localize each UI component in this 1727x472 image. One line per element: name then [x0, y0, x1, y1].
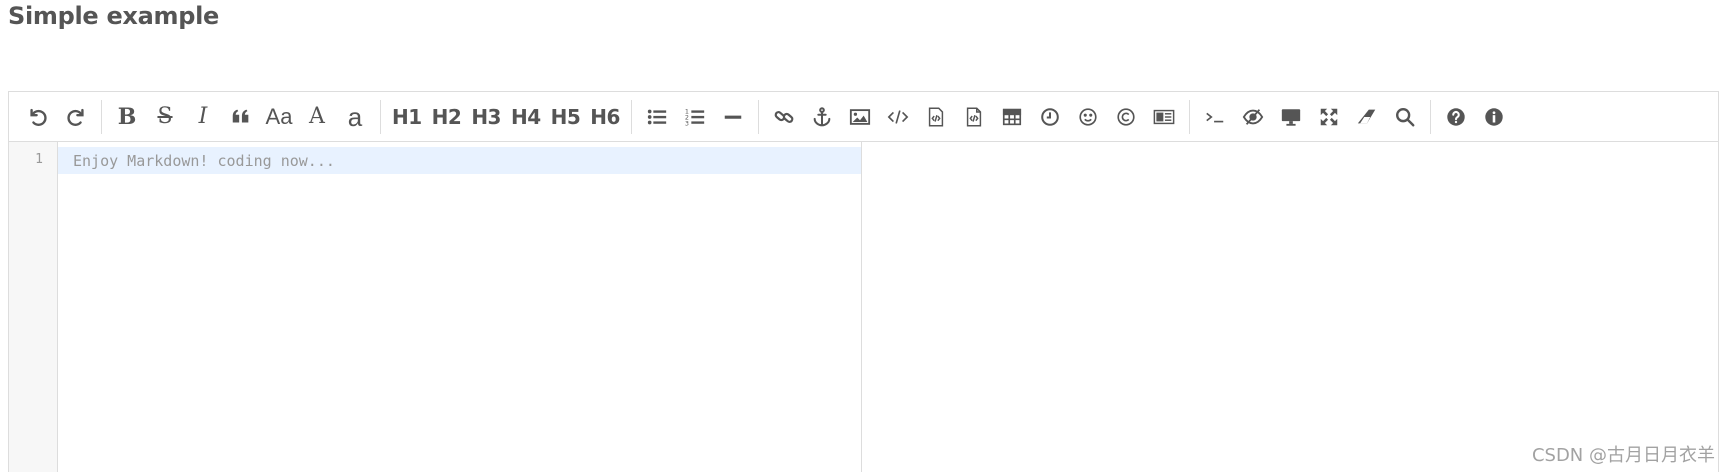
- list-ul-button[interactable]: [642, 102, 672, 132]
- watch-icon: [1242, 108, 1264, 125]
- html-entities-icon: [1117, 107, 1135, 126]
- goto-line-icon: [1206, 112, 1224, 122]
- h1-button[interactable]: H1: [391, 102, 423, 132]
- html-entities-button[interactable]: [1111, 102, 1141, 132]
- h5-button[interactable]: H5: [550, 102, 582, 132]
- strikethrough-button[interactable]: S: [150, 102, 180, 132]
- lowercase-icon: a: [347, 101, 363, 132]
- watch-button[interactable]: [1238, 102, 1268, 132]
- uppercase-first-button[interactable]: Aa: [264, 102, 294, 132]
- markdown-editor: B S I Aa A a H1 H2 H3 H4 H5 H6 123 1 Enj…: [8, 91, 1719, 472]
- quote-button[interactable]: [226, 102, 256, 132]
- quote-icon: [232, 109, 249, 122]
- toolbar-divider: [1429, 99, 1431, 134]
- clear-icon: [1357, 109, 1376, 123]
- info-icon: [1485, 107, 1503, 126]
- undo-button[interactable]: [23, 102, 53, 132]
- link-icon: [774, 110, 794, 123]
- hr-button[interactable]: [718, 102, 748, 132]
- toolbar-divider: [101, 99, 102, 134]
- uppercase-icon: A: [309, 103, 325, 129]
- list-ol-icon: 123: [685, 107, 705, 127]
- editor-placeholder: Enjoy Markdown! coding now...: [73, 152, 335, 170]
- h4-button[interactable]: H4: [510, 102, 542, 132]
- image-icon: [849, 108, 871, 125]
- uppercase-first-icon: Aa: [265, 103, 293, 129]
- preformatted-text-button[interactable]: [921, 102, 951, 132]
- emoji-icon: [1079, 107, 1097, 126]
- hr-icon: [724, 115, 742, 119]
- link-button[interactable]: [769, 102, 799, 132]
- preview-icon: [1281, 108, 1301, 126]
- redo-button[interactable]: [61, 102, 91, 132]
- table-button[interactable]: [997, 102, 1027, 132]
- h6-button[interactable]: H6: [589, 102, 621, 132]
- h1-icon: H1: [392, 104, 422, 129]
- h2-button[interactable]: H2: [431, 102, 463, 132]
- table-icon: [1002, 108, 1022, 125]
- italic-icon: I: [198, 103, 208, 129]
- lowercase-button[interactable]: a: [340, 102, 370, 132]
- emoji-button[interactable]: [1073, 102, 1103, 132]
- h3-button[interactable]: H3: [470, 102, 502, 132]
- watermark: CSDN @古月日月衣羊: [1531, 445, 1715, 466]
- h4-icon: H4: [510, 104, 541, 129]
- list-ol-button[interactable]: 123: [680, 102, 710, 132]
- info-button[interactable]: [1479, 102, 1509, 132]
- toolbar-divider: [630, 99, 632, 134]
- line-number-gutter: 1: [9, 142, 58, 472]
- uppercase-button[interactable]: A: [302, 102, 332, 132]
- toolbar-divider: [1188, 99, 1190, 134]
- list-ul-icon: [647, 109, 667, 124]
- line-number: 1: [35, 152, 43, 167]
- fullscreen-icon: [1320, 108, 1338, 125]
- help-button[interactable]: [1441, 102, 1471, 132]
- editor-toolbar: B S I Aa A a H1 H2 H3 H4 H5 H6 123: [9, 92, 1718, 142]
- pagebreak-button[interactable]: [1149, 102, 1179, 132]
- preview-button[interactable]: [1276, 102, 1306, 132]
- help-icon: [1447, 107, 1465, 126]
- toolbar-divider: [757, 99, 759, 134]
- strikethrough-icon: S: [157, 103, 173, 129]
- fullscreen-button[interactable]: [1314, 102, 1344, 132]
- h6-icon: H6: [590, 104, 620, 129]
- h2-icon: H2: [431, 104, 462, 129]
- anchor-icon: [813, 106, 831, 126]
- anchor-button[interactable]: [807, 102, 837, 132]
- redo-icon: [67, 108, 84, 126]
- preview-pane: [862, 142, 1718, 472]
- pagebreak-icon: [1153, 109, 1175, 124]
- preformatted-text-icon: [928, 107, 944, 126]
- h3-icon: H3: [471, 104, 501, 129]
- code-block-icon: [966, 107, 982, 126]
- code-block-button[interactable]: [959, 102, 989, 132]
- h5-icon: H5: [550, 104, 581, 129]
- toolbar-divider: [380, 99, 381, 134]
- image-button[interactable]: [845, 102, 875, 132]
- markdown-input-area[interactable]: Enjoy Markdown! coding now...: [58, 142, 862, 472]
- datetime-icon: [1041, 107, 1059, 126]
- search-button[interactable]: [1390, 102, 1420, 132]
- undo-icon: [30, 108, 47, 126]
- italic-button[interactable]: I: [188, 102, 218, 132]
- search-icon: [1395, 107, 1415, 126]
- svg-text:3: 3: [685, 119, 689, 127]
- datetime-button[interactable]: [1035, 102, 1065, 132]
- bold-button[interactable]: B: [112, 102, 142, 132]
- goto-line-button[interactable]: [1200, 102, 1230, 132]
- clear-button[interactable]: [1352, 102, 1382, 132]
- code-button[interactable]: [883, 102, 913, 132]
- bold-icon: B: [117, 103, 137, 130]
- page-title: Simple example: [8, 2, 220, 30]
- code-icon: [887, 109, 909, 124]
